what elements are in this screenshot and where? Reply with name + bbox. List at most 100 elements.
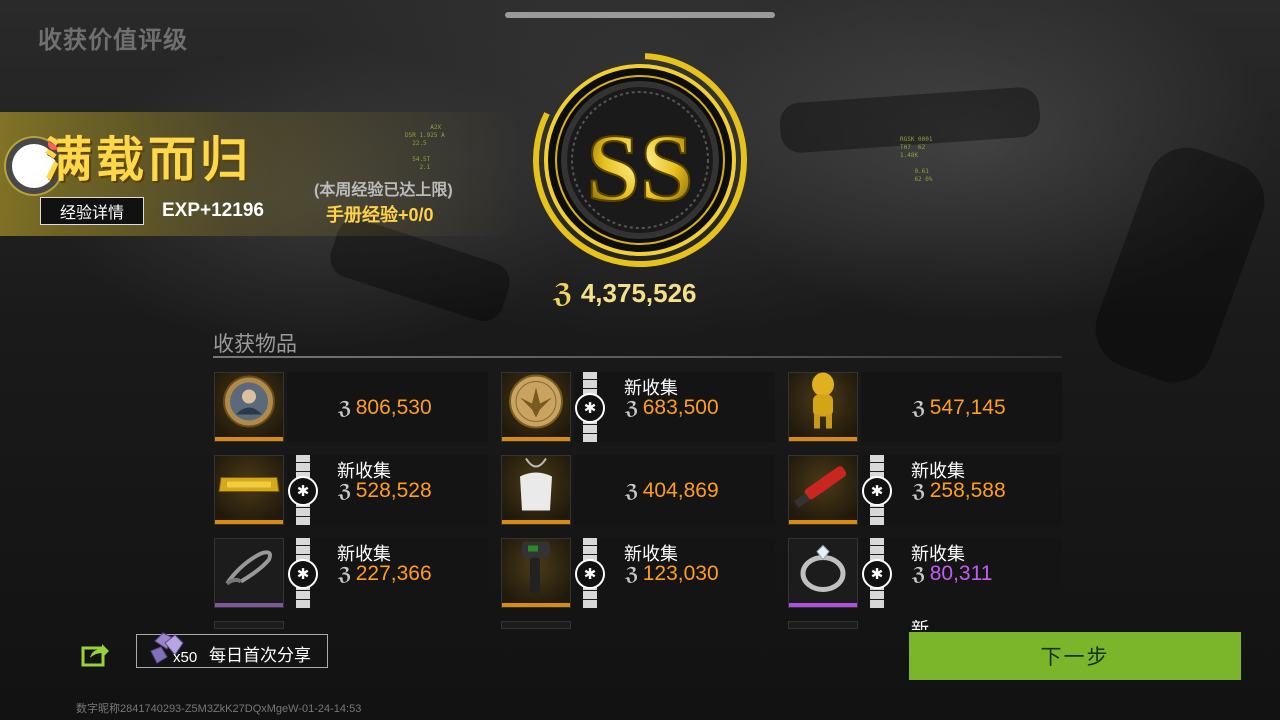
cord-icon bbox=[221, 544, 277, 597]
item-card[interactable]: ℨ 547,145 bbox=[788, 372, 1062, 442]
share-label: 每日首次分享 bbox=[209, 646, 311, 665]
portrait-coin-icon bbox=[222, 375, 276, 434]
item-card[interactable]: ✱ 新收集 ℨ 258,588 bbox=[788, 455, 1062, 525]
item-thumbnail[interactable] bbox=[501, 455, 571, 525]
item-price: ℨ 683,500 bbox=[625, 396, 719, 420]
item-price-value: 258,588 bbox=[929, 479, 1006, 502]
gold-figurine-icon bbox=[803, 371, 843, 438]
grade-badge: SS bbox=[530, 40, 750, 270]
item-card-partial[interactable] bbox=[501, 621, 775, 629]
section-divider bbox=[213, 356, 1062, 358]
top-drag-handle[interactable] bbox=[505, 12, 775, 18]
rarity-bar bbox=[789, 603, 857, 607]
item-price: ℨ 258,588 bbox=[912, 479, 1006, 503]
exp-value: EXP+12196 bbox=[162, 200, 264, 221]
partial-new-label: 新收集 bbox=[911, 620, 929, 630]
rarity-bar bbox=[789, 520, 857, 524]
item-price-value: 80,311 bbox=[929, 562, 993, 585]
coin-icon: ℨ bbox=[625, 480, 639, 501]
item-card[interactable]: ✱ 新收集 ℨ 683,500 bbox=[501, 372, 775, 442]
daily-share-reward[interactable]: x50 每日首次分享 bbox=[136, 632, 328, 668]
rarity-bar bbox=[215, 520, 283, 524]
item-card[interactable]: ℨ 404,869 bbox=[501, 455, 775, 525]
total-value-number: 4,375,526 bbox=[580, 278, 697, 308]
rarity-bar bbox=[215, 603, 283, 607]
next-step-button[interactable]: 下一步 bbox=[909, 632, 1241, 680]
item-price-value: 806,530 bbox=[355, 396, 432, 419]
coin-icon: ℨ bbox=[625, 563, 639, 584]
new-collection-icon: ✱ bbox=[288, 476, 318, 506]
exp-details-button[interactable]: 经验详情 bbox=[40, 197, 144, 225]
coin-icon: ℨ bbox=[912, 563, 926, 584]
player-id-watermark: 数字昵称2841740293-Z5M3ZkK27DQxMgeW-01-24-14… bbox=[76, 703, 362, 715]
item-thumbnail[interactable] bbox=[501, 538, 571, 608]
item-card[interactable]: ℨ 806,530 bbox=[214, 372, 488, 442]
item-thumbnail[interactable] bbox=[214, 538, 284, 608]
rarity-bar bbox=[789, 437, 857, 441]
item-thumbnail[interactable] bbox=[788, 455, 858, 525]
item-thumbnail[interactable] bbox=[788, 372, 858, 442]
rarity-bar bbox=[502, 603, 570, 607]
item-price: ℨ 404,869 bbox=[625, 479, 719, 503]
result-title: 满载而归 bbox=[44, 132, 253, 188]
item-thumbnail[interactable] bbox=[501, 372, 571, 442]
item-price-value: 683,500 bbox=[642, 396, 719, 419]
gold-eagle-coin-icon bbox=[508, 374, 564, 435]
new-collection-icon: ✱ bbox=[288, 559, 318, 589]
new-collection-icon: ✱ bbox=[862, 559, 892, 589]
item-price-value: 404,869 bbox=[642, 479, 719, 502]
item-thumbnail bbox=[501, 621, 571, 629]
item-thumbnail[interactable] bbox=[788, 538, 858, 608]
coin-icon: ℨ bbox=[912, 397, 926, 418]
red-tool-icon bbox=[793, 457, 853, 518]
new-collection-icon: ✱ bbox=[575, 559, 605, 589]
coin-icon: ℨ bbox=[625, 397, 639, 418]
white-top-icon bbox=[514, 457, 558, 518]
item-info-panel bbox=[861, 621, 1062, 629]
bg-shape-scope bbox=[1084, 136, 1276, 394]
item-price: ℨ 123,030 bbox=[625, 562, 719, 586]
item-price-value: 227,366 bbox=[355, 562, 432, 585]
total-value: ℨ 4,375,526 bbox=[553, 278, 697, 309]
item-thumbnail bbox=[788, 621, 858, 629]
coin-icon: ℨ bbox=[338, 397, 352, 418]
coin-icon: ℨ bbox=[912, 480, 926, 501]
week-limit-note: (本周经验已达上限) bbox=[314, 182, 453, 199]
item-card[interactable]: ✱ 新收集 ℨ 528,528 bbox=[214, 455, 488, 525]
thermometer-gun-icon bbox=[518, 538, 554, 603]
rarity-bar bbox=[502, 520, 570, 524]
coin-icon: ℨ bbox=[338, 563, 352, 584]
coin-icon: ℨ bbox=[338, 480, 352, 501]
item-price: ℨ 227,366 bbox=[338, 562, 432, 586]
item-thumbnail bbox=[214, 621, 284, 629]
handbook-exp: 手册经验+0/0 bbox=[326, 205, 434, 225]
reward-count: x50 bbox=[173, 649, 198, 666]
grade-text: SS bbox=[587, 114, 694, 221]
item-info-panel bbox=[574, 621, 775, 629]
item-card[interactable]: ✱ 新收集 ℨ 123,030 bbox=[501, 538, 775, 608]
hud-overlay-right: RGSK 0001 T07 62 1.48K 0.61 62 0% bbox=[900, 136, 933, 183]
new-collection-icon: ✱ bbox=[862, 476, 892, 506]
item-price-value: 547,145 bbox=[929, 396, 1006, 419]
diamond-ring-icon bbox=[798, 542, 848, 599]
item-thumbnail[interactable] bbox=[214, 455, 284, 525]
grade-badge-emblem: SS bbox=[533, 53, 747, 267]
coin-icon: ℨ bbox=[553, 278, 573, 308]
item-price: ℨ 806,530 bbox=[338, 396, 432, 420]
item-card-partial[interactable] bbox=[214, 621, 488, 629]
item-card[interactable]: ✱ 新收集 ℨ 80,311 bbox=[788, 538, 1062, 608]
rarity-bar bbox=[215, 437, 283, 441]
item-price: ℨ 547,145 bbox=[912, 396, 1006, 420]
item-card[interactable]: ✱ 新收集 ℨ 227,366 bbox=[214, 538, 488, 608]
rarity-bar bbox=[502, 437, 570, 441]
item-thumbnail[interactable] bbox=[214, 372, 284, 442]
item-price: ℨ 80,311 bbox=[912, 562, 992, 586]
item-info-panel bbox=[287, 621, 488, 629]
page-title: 收获价值评级 bbox=[38, 27, 188, 54]
item-price: ℨ 528,528 bbox=[338, 479, 432, 503]
item-price-value: 528,528 bbox=[355, 479, 432, 502]
gold-bar-icon bbox=[217, 474, 281, 501]
new-collection-icon: ✱ bbox=[575, 393, 605, 423]
share-icon[interactable] bbox=[80, 640, 110, 668]
item-price-value: 123,030 bbox=[642, 562, 719, 585]
